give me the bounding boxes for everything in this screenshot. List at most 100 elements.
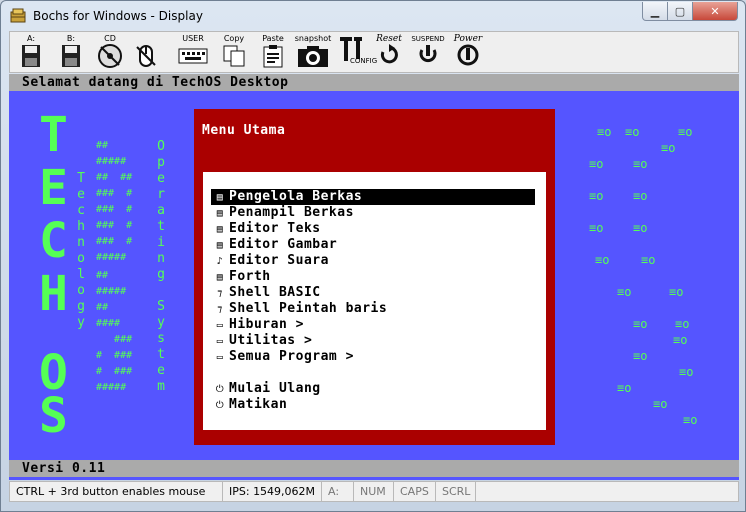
decorative-symbol: ≡o xyxy=(589,157,604,171)
user-button[interactable]: USER xyxy=(176,34,210,70)
config-button[interactable]: CONFIG xyxy=(336,34,377,70)
logo-char: n xyxy=(157,251,165,266)
logo-hash-art-s: ## ##### ## #### ### # ### # ### ##### xyxy=(96,270,133,393)
logo-char: n xyxy=(77,235,85,250)
menu-item-icon: ▤ xyxy=(216,240,224,251)
menu-item-icon: ⁊ xyxy=(217,304,223,315)
close-button[interactable]: ✕ xyxy=(692,2,738,21)
scroll-lock-indicator: SCRL xyxy=(436,482,476,501)
menu-item-icon: ♪ xyxy=(216,256,224,267)
logo-char: s xyxy=(157,331,165,346)
logo-letter-e: E xyxy=(39,160,68,216)
logo-char: m xyxy=(157,379,165,394)
decorative-symbol: ≡o xyxy=(617,285,632,299)
decorative-symbol: ≡o xyxy=(653,397,668,411)
maximize-icon: ▢ xyxy=(674,4,686,18)
menu-item[interactable]: ▭ Semua Program > xyxy=(211,349,535,365)
snapshot-button[interactable]: snapshot xyxy=(294,34,332,70)
floppy-b-button[interactable]: B: xyxy=(56,34,86,70)
suspend-button[interactable]: SUSPEND xyxy=(410,34,446,70)
menu-item-icon: ▤ xyxy=(216,192,224,203)
logo-letter-c: C xyxy=(39,213,68,269)
user-label: USER xyxy=(182,34,204,43)
logo-char: e xyxy=(157,171,165,186)
reset-button[interactable]: Reset xyxy=(372,34,406,70)
logo-char: g xyxy=(77,299,85,314)
decorative-symbol: ≡o xyxy=(597,125,612,139)
drive-indicator: A: xyxy=(322,482,354,501)
cdrom-button[interactable]: CD xyxy=(94,34,126,70)
logo-char: o xyxy=(77,251,85,266)
menu-item-label: Shell BASIC xyxy=(229,285,321,300)
keyboard-icon xyxy=(178,48,208,64)
logo-hash-art-d: ## ##### ## ## ### # ### # ### # ### # #… xyxy=(96,140,133,263)
menu-item[interactable]: ⁊ Shell Peintah baris xyxy=(211,301,535,317)
menu-item[interactable]: ⏻ Matikan xyxy=(211,397,535,413)
bochs-app-icon xyxy=(10,8,26,23)
reset-label: Reset xyxy=(376,34,402,44)
menu-item[interactable]: ▤ Forth xyxy=(211,269,535,285)
decorative-symbol: ≡o xyxy=(633,221,648,235)
paste-button[interactable]: Paste xyxy=(256,34,290,70)
floppy-b-label: B: xyxy=(66,34,76,43)
menu-item-label: Utilitas > xyxy=(229,333,313,348)
emulator-display[interactable]: Selamat datang di TechOS Desktop T E C H… xyxy=(9,74,739,480)
cdrom-disc-icon xyxy=(98,44,122,68)
logo-char: o xyxy=(77,283,85,298)
menu-item[interactable]: ⏻ Mulai Ulang xyxy=(211,381,535,397)
main-menu-list: ▤ Pengelola Berkas ▤ Penampil Berkas ▤ Editor… xyxy=(203,172,546,430)
power-button[interactable]: Power xyxy=(450,34,486,70)
desktop-header-bar: Selamat datang di TechOS Desktop xyxy=(9,74,739,91)
window-title: Bochs for Windows - Display xyxy=(33,9,203,23)
main-menu-window: Menu Utama ▤ Pengelola Berkas ▤ Penampil Be… xyxy=(194,109,555,445)
menu-item-icon: ▤ xyxy=(216,224,224,235)
title-bar[interactable]: Bochs for Windows - Display ▁ ▢ ✕ xyxy=(1,1,745,31)
decorative-symbol: ≡o xyxy=(633,157,648,171)
menu-item-label: Penampil Berkas xyxy=(229,205,354,220)
decorative-symbol: ≡o xyxy=(595,253,610,267)
menu-item-label: Matikan xyxy=(229,397,288,412)
cdrom-label: CD xyxy=(104,34,116,43)
status-bar: CTRL + 3rd button enables mouse IPS: 154… xyxy=(9,481,739,502)
menu-item[interactable]: ▤ Editor Gambar xyxy=(211,237,535,253)
menu-item[interactable]: ▭ Hiburan > xyxy=(211,317,535,333)
logo-char: t xyxy=(157,347,165,362)
logo-char: h xyxy=(77,219,85,234)
floppy-a-label: A: xyxy=(26,34,36,43)
logo-letter-t: T xyxy=(39,107,68,163)
camera-icon xyxy=(298,46,328,67)
menu-item-label: Pengelola Berkas xyxy=(229,189,363,204)
menu-item[interactable]: ▤ Pengelola Berkas xyxy=(211,189,535,205)
paste-label: Paste xyxy=(262,34,284,43)
decorative-symbol: ≡o xyxy=(641,253,656,267)
power-label: Power xyxy=(453,34,483,44)
suspend-icon xyxy=(419,45,437,63)
menu-item-label: Mulai Ulang xyxy=(229,381,321,396)
minimize-button[interactable]: ▁ xyxy=(642,2,668,21)
logo-char: e xyxy=(157,363,165,378)
menu-item[interactable]: ♪ Editor Suara xyxy=(211,253,535,269)
power-icon xyxy=(457,44,479,66)
mouse-hint: CTRL + 3rd button enables mouse xyxy=(10,482,223,501)
menu-item[interactable]: ▤ Editor Teks xyxy=(211,221,535,237)
copy-button[interactable]: Copy xyxy=(218,34,250,70)
logo-char: S xyxy=(157,299,165,314)
main-menu-title: Menu Utama xyxy=(202,123,286,138)
decorative-symbol: ≡o xyxy=(678,125,693,139)
mouse-icon xyxy=(136,45,156,67)
floppy-disk-icon xyxy=(22,45,40,67)
decorative-symbol: ≡o xyxy=(589,189,604,203)
floppy-a-button[interactable]: A: xyxy=(16,34,46,70)
menu-item[interactable]: ⁊ Shell BASIC xyxy=(211,285,535,301)
desktop-footer-bar: Versi 0.11 xyxy=(9,460,739,477)
maximize-button[interactable]: ▢ xyxy=(667,2,693,21)
menu-item[interactable]: ▤ Penampil Berkas xyxy=(211,205,535,221)
decorative-symbol: ≡o xyxy=(617,381,632,395)
mouse-toggle-button[interactable] xyxy=(131,34,161,70)
logo-char: O xyxy=(157,139,165,154)
decorative-symbol: ≡o xyxy=(589,221,604,235)
menu-item[interactable]: ▭ Utilitas > xyxy=(211,333,535,349)
logo-char: r xyxy=(157,187,165,202)
minimize-icon: ▁ xyxy=(650,4,660,18)
menu-item-icon: ▭ xyxy=(216,320,224,331)
